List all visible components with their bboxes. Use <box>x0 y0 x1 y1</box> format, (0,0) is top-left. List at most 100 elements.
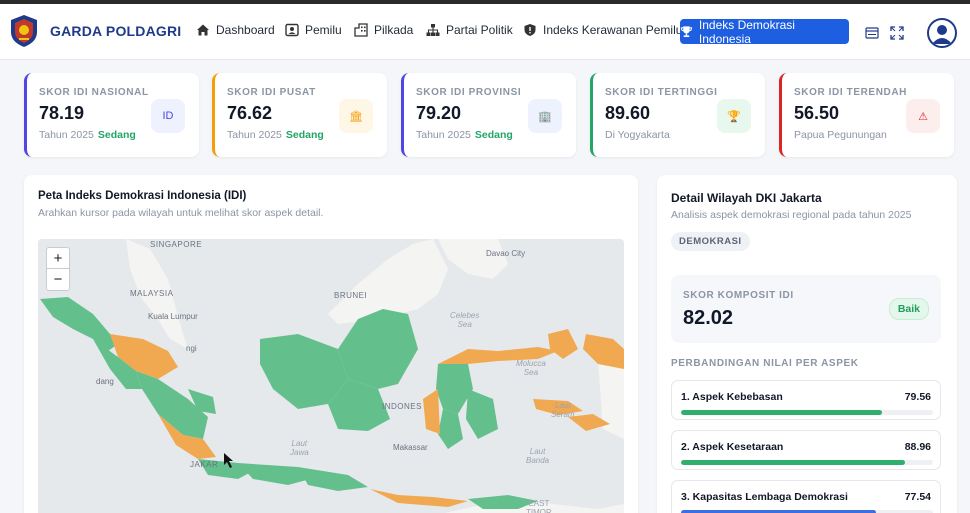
home-icon <box>197 24 209 36</box>
fullscreen-icon[interactable] <box>890 26 904 40</box>
top-navbar: GARDA POLDAGRI Dashboard Pemilu Pilkada … <box>0 4 970 60</box>
map-description: Arahkan kursor pada wilayah untuk meliha… <box>38 207 324 219</box>
score-card-status: Sedang <box>285 129 324 141</box>
score-card-4: SKOR IDI TERENDAH 56.50 Papua Pegunungan ⚠ <box>779 73 954 157</box>
map-label-kuala-lumpur: Kuala Lumpur <box>148 312 198 321</box>
nav-pemilu[interactable]: Pemilu <box>285 23 342 37</box>
nav-dashboard[interactable]: Dashboard <box>196 23 275 37</box>
aspect-name: 2. Aspek Kesetaraan <box>681 441 784 453</box>
aspect-row-1[interactable]: 1. Aspek Kebebasan 79.56 <box>671 380 941 420</box>
shield-icon <box>524 24 536 36</box>
user-avatar[interactable] <box>927 18 957 48</box>
idi-map-panel: Peta Indeks Demokrasi Indonesia (IDI) Ar… <box>24 175 638 513</box>
police-logo-icon <box>11 15 37 47</box>
nav-pilkada[interactable]: Pilkada <box>354 23 413 37</box>
layout-toggle-icon[interactable] <box>865 26 879 40</box>
brand-name[interactable]: GARDA POLDAGRI <box>50 23 181 39</box>
score-card-2: SKOR IDI PROVINSI 79.20 Tahun 2025 Sedang 🏢 <box>401 73 576 157</box>
map-label-davao: Davao City <box>486 249 526 258</box>
map-label-padang: dang <box>96 377 114 386</box>
nav-indeks-kerawanan-pemilu[interactable]: Indeks Kerawanan Pemilu <box>523 23 682 37</box>
map-label-singapore: SINGAPORE <box>150 240 203 249</box>
score-card-icon: 🏛 <box>339 99 373 133</box>
score-card-3: SKOR IDI TERTINGGI 89.60 Di Yogyakarta 🏆 <box>590 73 765 157</box>
aspect-name: 1. Aspek Kebebasan <box>681 391 783 403</box>
map-region-sulawesi-south <box>438 409 463 449</box>
score-card-label: SKOR IDI PROVINSI <box>416 87 522 98</box>
map-label-laut-banda: Laut Banda <box>526 447 550 465</box>
aspect-name: 3. Kapasitas Lembaga Demokrasi <box>681 491 848 503</box>
aspect-progress-fill <box>681 410 882 415</box>
composite-status-badge: Baik <box>888 298 929 320</box>
nav-pilkada-label: Pilkada <box>374 23 414 37</box>
score-card-label: SKOR IDI NASIONAL <box>39 87 149 98</box>
trophy-icon <box>680 26 693 38</box>
map-label-malaysia: MALAYSIA <box>130 289 174 298</box>
category-badge: DEMOKRASI <box>671 232 750 251</box>
org-chart-icon <box>426 24 440 36</box>
score-card-status: Sedang <box>474 129 513 141</box>
detail-subtitle: Analisis aspek demokrasi regional pada t… <box>671 209 912 221</box>
map-region-papua-west <box>583 334 624 369</box>
score-card-status: Sedang <box>97 129 136 141</box>
map-region-sulawesi-west <box>423 389 440 434</box>
map-region-sumatra-north <box>40 297 118 351</box>
nav-dashboard-label: Dashboard <box>216 23 275 37</box>
aspect-progress-track <box>681 410 933 415</box>
map-label-lampung: ngi <box>186 344 197 353</box>
nav-partai-politik-label: Partai Politik <box>446 23 513 37</box>
map-label-celebes-sea: Celebes Sea <box>450 311 480 329</box>
score-card-1: SKOR IDI PUSAT 76.62 Tahun 2025 Sedang 🏛 <box>212 73 387 157</box>
score-card-sub: Di Yogyakarta <box>605 129 670 141</box>
zoom-out-button[interactable]: − <box>47 269 69 290</box>
map-region-bali-nusa <box>370 489 468 507</box>
map-label-east-timor: EAST TIMOR <box>526 499 552 513</box>
map-region-java-east <box>298 467 368 491</box>
score-card-icon: ID <box>151 99 185 133</box>
map-label-laut-jawa: Laut Jawa <box>290 439 309 457</box>
aspect-comparison-heading: PERBANDINGAN NILAI PER ASPEK <box>671 358 859 369</box>
aspect-progress-fill <box>681 460 906 465</box>
map-region-sulawesi-southeast <box>466 389 498 439</box>
map-label-indonesia: INDONES <box>382 402 422 411</box>
map-land-philippines <box>438 239 508 279</box>
nav-active-label: Indeks Demokrasi Indonesia <box>698 17 795 46</box>
nav-pemilu-label: Pemilu <box>305 23 342 37</box>
region-detail-panel: Detail Wilayah DKI Jakarta Analisis aspe… <box>657 175 957 513</box>
aspect-value: 88.96 <box>904 441 931 453</box>
score-card-label: SKOR IDI TERTINGGI <box>605 87 718 98</box>
map-region-maluku-north <box>548 329 578 359</box>
score-card-label: SKOR IDI TERENDAH <box>794 87 907 98</box>
composite-value: 82.02 <box>683 307 734 329</box>
id-card-icon <box>285 23 299 37</box>
map-label-molucca-sea: Molucca Sea <box>516 359 546 377</box>
user-icon <box>932 25 952 44</box>
map-label-laut-seram: Laut Seram <box>551 401 575 419</box>
nav-partai-politik[interactable]: Partai Politik <box>426 23 513 37</box>
map-label-makassar: Makassar <box>393 443 428 452</box>
score-card-sub: Papua Pegunungan <box>794 129 887 141</box>
aspect-value: 79.56 <box>904 391 931 403</box>
map-title: Peta Indeks Demokrasi Indonesia (IDI) <box>38 190 247 202</box>
composite-score-card: SKOR KOMPOSIT IDI 82.02 Baik <box>671 275 941 343</box>
map-label-jakarta: JAKAR <box>190 460 219 469</box>
building-icon <box>354 23 368 37</box>
aspect-value: 77.54 <box>904 491 931 503</box>
indonesia-map[interactable]: + − MALAYSIA Kuala Lumpur BRUNEI Davao C… <box>38 239 624 513</box>
detail-title: Detail Wilayah DKI Jakarta <box>671 191 822 205</box>
score-card-sub: Tahun 2025 <box>416 129 471 141</box>
score-card-sub: Tahun 2025 <box>227 129 282 141</box>
map-zoom-control: + − <box>46 247 70 291</box>
composite-label: SKOR KOMPOSIT IDI <box>683 290 794 301</box>
score-card-icon: ⚠ <box>906 99 940 133</box>
aspect-row-2[interactable]: 2. Aspek Kesetaraan 88.96 <box>671 430 941 470</box>
score-card-icon: 🏆 <box>717 99 751 133</box>
nav-indeks-kerawanan-pemilu-label: Indeks Kerawanan Pemilu <box>543 23 683 37</box>
aspect-progress-track <box>681 460 933 465</box>
map-label-brunei: BRUNEI <box>334 291 368 300</box>
score-card-0: SKOR IDI NASIONAL 78.19 Tahun 2025 Sedang ID <box>24 73 199 157</box>
zoom-in-button[interactable]: + <box>47 248 69 269</box>
score-card-icon: 🏢 <box>528 99 562 133</box>
nav-indeks-demokrasi-indonesia[interactable]: Indeks Demokrasi Indonesia <box>680 17 849 46</box>
aspect-row-3[interactable]: 3. Kapasitas Lembaga Demokrasi 77.54 <box>671 480 941 513</box>
